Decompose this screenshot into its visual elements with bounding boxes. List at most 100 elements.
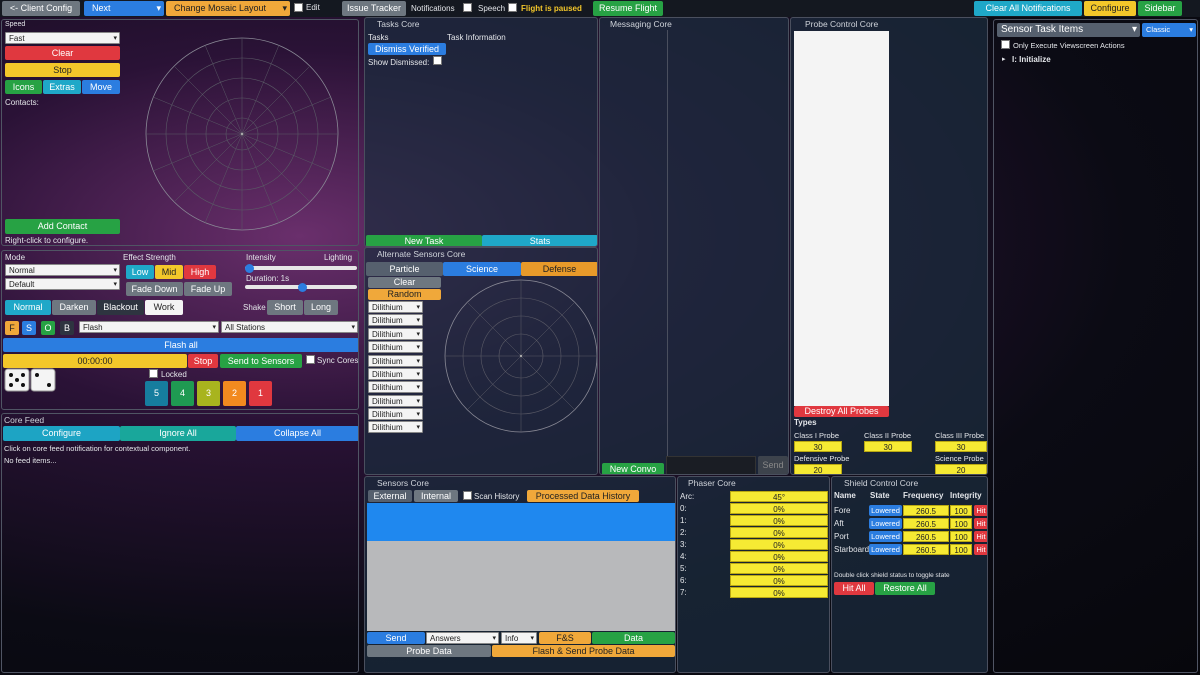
new-task-button[interactable]: New Task: [366, 235, 482, 246]
defense-button[interactable]: Defense: [521, 262, 597, 276]
show-dismissed-checkbox[interactable]: [433, 56, 442, 65]
extras-button[interactable]: Extras: [43, 80, 81, 94]
send-to-sensors-button[interactable]: Send to Sensors: [220, 354, 302, 368]
f-button[interactable]: F: [5, 321, 19, 335]
dilithium-select[interactable]: Dilithium ▾: [368, 408, 423, 420]
dismiss-verified-button[interactable]: Dismiss Verified: [368, 43, 446, 55]
dilithium-select[interactable]: Dilithium ▾: [368, 301, 423, 313]
scan-answer-textarea[interactable]: [367, 541, 675, 631]
notifications-checkbox[interactable]: [463, 3, 472, 12]
new-convo-button[interactable]: New Convo: [602, 463, 664, 474]
sync-cores-checkbox[interactable]: [306, 355, 315, 364]
shield-row-state[interactable]: Lowered: [869, 518, 902, 529]
sidebar-task-item[interactable]: I: Initialize: [1012, 55, 1051, 64]
s-button[interactable]: S: [22, 321, 36, 335]
dilithium-select[interactable]: Dilithium ▾: [368, 395, 423, 407]
shield-row-hit-button[interactable]: Hit: [974, 518, 987, 529]
probe-class2-count[interactable]: 30: [864, 441, 912, 452]
alt-clear-button[interactable]: Clear: [368, 277, 441, 288]
sidebar-mode-select[interactable]: Classic ▾: [1142, 23, 1196, 37]
fade-down-button[interactable]: Fade Down: [126, 282, 183, 296]
flash-all-button[interactable]: Flash all: [3, 338, 358, 352]
phaser-row-field[interactable]: 0%: [730, 503, 828, 514]
configure-button[interactable]: Configure: [1084, 1, 1136, 16]
sidebar-button[interactable]: Sidebar: [1138, 1, 1182, 16]
darken-button[interactable]: Darken: [52, 300, 96, 315]
dilithium-select[interactable]: Dilithium ▾: [368, 381, 423, 393]
low-button[interactable]: Low: [126, 265, 154, 279]
contacts-radar[interactable]: [144, 36, 340, 232]
probe-class1-count[interactable]: 30: [794, 441, 842, 452]
probe-list[interactable]: [794, 31, 889, 406]
shield-row-integrity[interactable]: 100: [950, 531, 972, 542]
locked-checkbox[interactable]: [149, 369, 158, 378]
speed-select[interactable]: Fast ▾: [5, 32, 120, 44]
long-button[interactable]: Long: [304, 300, 338, 315]
info-select[interactable]: Info ▾: [501, 632, 537, 644]
sensor-task-select[interactable]: Sensor Task Items ▾: [997, 23, 1140, 37]
resume-flight-button[interactable]: Resume Flight: [593, 1, 663, 16]
dilithium-select[interactable]: Dilithium ▾: [368, 355, 423, 367]
phaser-row-field[interactable]: 0%: [730, 587, 828, 598]
message-input[interactable]: [666, 456, 756, 474]
restore-all-button[interactable]: Restore All: [875, 582, 935, 595]
shield-row-frequency[interactable]: 260.5: [903, 531, 949, 542]
phaser-row-field[interactable]: 0%: [730, 515, 828, 526]
intensity-slider[interactable]: [245, 266, 357, 270]
short-button[interactable]: Short: [267, 300, 303, 315]
particle-button[interactable]: Particle: [366, 262, 443, 276]
phaser-row-field[interactable]: 0%: [730, 563, 828, 574]
only-execute-checkbox[interactable]: [1001, 40, 1010, 49]
die-5-button[interactable]: 5: [145, 381, 168, 406]
sensors-send-button[interactable]: Send: [367, 632, 425, 644]
ignore-all-button[interactable]: Ignore All: [120, 426, 236, 441]
next-select[interactable]: Next ▾: [84, 1, 164, 16]
o-button[interactable]: O: [41, 321, 55, 335]
stats-button[interactable]: Stats: [482, 235, 597, 246]
shield-row-state[interactable]: Lowered: [869, 505, 902, 516]
mosaic-layout-select[interactable]: Change Mosaic Layout ▾: [166, 1, 290, 16]
arc-field[interactable]: 45°: [730, 491, 828, 502]
normal-button[interactable]: Normal: [5, 300, 51, 315]
probe-class3-count[interactable]: 30: [935, 441, 987, 452]
scan-history-checkbox[interactable]: [463, 491, 472, 500]
dilithium-select[interactable]: Dilithium ▾: [368, 328, 423, 340]
external-tab[interactable]: External: [368, 490, 412, 502]
timer-stop-button[interactable]: Stop: [188, 354, 218, 368]
dilithium-select[interactable]: Dilithium ▾: [368, 341, 423, 353]
shield-row-state[interactable]: Lowered: [869, 531, 902, 542]
feed-configure-button[interactable]: Configure: [3, 426, 120, 441]
move-button[interactable]: Move: [82, 80, 120, 94]
flash-send-probe-data-button[interactable]: Flash & Send Probe Data: [492, 645, 675, 657]
intensity-slider-thumb[interactable]: [245, 264, 254, 273]
dilithium-select[interactable]: Dilithium ▾: [368, 368, 423, 380]
phaser-row-field[interactable]: 0%: [730, 551, 828, 562]
speech-checkbox[interactable]: [508, 3, 517, 12]
clear-notifications-button[interactable]: Clear All Notifications: [974, 1, 1082, 16]
clear-button[interactable]: Clear: [5, 46, 120, 60]
destroy-all-probes-button[interactable]: Destroy All Probes: [794, 406, 889, 417]
die-4-button[interactable]: 4: [171, 381, 194, 406]
shield-row-hit-button[interactable]: Hit: [974, 505, 987, 516]
alt-sensors-radar[interactable]: [443, 278, 598, 434]
hit-all-button[interactable]: Hit All: [834, 582, 874, 595]
die-2-button[interactable]: 2: [223, 381, 246, 406]
phaser-row-field[interactable]: 0%: [730, 539, 828, 550]
shield-row-frequency[interactable]: 260.5: [903, 518, 949, 529]
die-3-button[interactable]: 3: [197, 381, 220, 406]
shield-row-hit-button[interactable]: Hit: [974, 544, 987, 555]
processed-data-history-button[interactable]: Processed Data History: [527, 490, 639, 502]
client-config-button[interactable]: <- Client Config: [2, 1, 80, 16]
issue-tracker-button[interactable]: Issue Tracker: [342, 1, 406, 16]
dilithium-select[interactable]: Dilithium ▾: [368, 314, 423, 326]
shield-row-frequency[interactable]: 260.5: [903, 544, 949, 555]
b-button[interactable]: B: [60, 321, 74, 335]
probe-science-count[interactable]: 20: [935, 464, 987, 474]
flash-select[interactable]: Flash ▾: [79, 321, 219, 333]
stations-select[interactable]: All Stations ▾: [221, 321, 358, 333]
collapse-all-button[interactable]: Collapse All: [236, 426, 358, 441]
shield-row-hit-button[interactable]: Hit: [974, 531, 987, 542]
probe-data-button[interactable]: Probe Data: [367, 645, 491, 657]
icons-button[interactable]: Icons: [5, 80, 42, 94]
die-1-button[interactable]: 1: [249, 381, 272, 406]
